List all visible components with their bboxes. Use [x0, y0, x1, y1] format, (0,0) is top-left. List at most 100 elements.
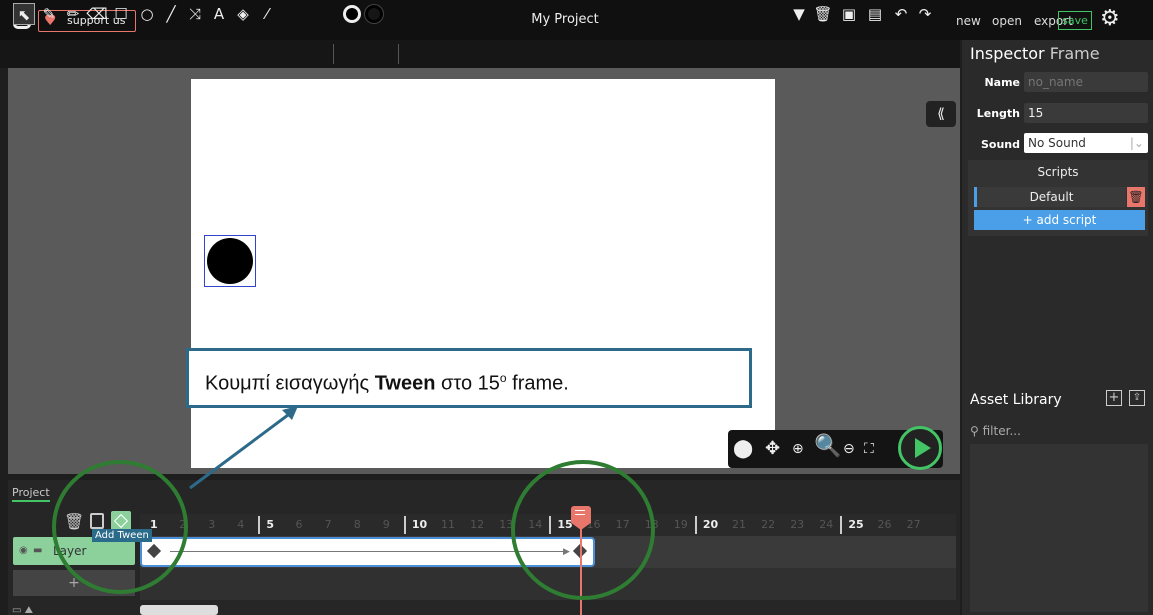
frame-number[interactable]: 6	[296, 518, 303, 531]
pencil-icon[interactable]: ✏	[62, 3, 84, 25]
play-icon	[915, 438, 931, 458]
frame-number[interactable]: 19	[674, 518, 688, 531]
frame-number-ruler[interactable]	[140, 514, 956, 536]
lock-icon[interactable]: ▬	[33, 537, 42, 565]
frame-number[interactable]: 21	[732, 518, 746, 531]
import-asset-icon[interactable]: ⇪	[1129, 390, 1145, 406]
fit-screen-icon[interactable]: ⛶	[864, 438, 874, 460]
script-item-default[interactable]: Default	[974, 187, 1126, 207]
timeline-tab-project[interactable]: Project	[12, 486, 50, 502]
eye-icon[interactable]: ◉	[19, 537, 28, 565]
frame-number[interactable]: 8	[354, 518, 361, 531]
name-field[interactable]	[1024, 72, 1148, 92]
undo-icon[interactable]: ↶	[890, 3, 912, 25]
delete-script-icon[interactable]: 🗑	[1127, 187, 1145, 207]
circle-shape[interactable]	[207, 238, 253, 284]
fill-color-swatch[interactable]	[343, 5, 361, 23]
frame-number[interactable]: 22	[761, 518, 775, 531]
name-label: Name	[984, 76, 1020, 89]
fill-bucket-icon[interactable]: ◈	[232, 3, 254, 25]
frame-number[interactable]: 26	[878, 518, 892, 531]
tween-diamond-icon	[113, 513, 129, 529]
add-asset-icon[interactable]: +	[1106, 390, 1122, 406]
frame-number[interactable]: 14	[528, 518, 542, 531]
frame-tick	[258, 516, 261, 534]
asset-filter-input[interactable]: ⚲ filter...	[970, 420, 1148, 442]
timeline-scrollbar[interactable]	[140, 605, 218, 615]
pathcursor-icon[interactable]: ⤨	[184, 3, 206, 25]
frame-number[interactable]: 25	[848, 518, 863, 531]
playhead-grip	[575, 514, 585, 515]
save-button[interactable]: save	[1058, 11, 1092, 30]
new-button[interactable]: new	[956, 14, 981, 28]
eyedropper-icon[interactable]: ⁄	[256, 3, 278, 25]
onion-skin-icon[interactable]: ⬤	[733, 438, 753, 460]
frame-number[interactable]: 5	[266, 518, 274, 531]
frame-number[interactable]: 24	[819, 518, 833, 531]
length-label: Length	[976, 107, 1020, 120]
frame-number[interactable]: 18	[645, 518, 659, 531]
drawing-toolbar	[0, 40, 960, 68]
timeline-footer-icons[interactable]: ▭ ⛰	[12, 605, 33, 615]
selected-circle[interactable]	[204, 235, 256, 287]
frame-number[interactable]: 4	[237, 518, 244, 531]
frame-number[interactable]: 7	[325, 518, 332, 531]
delete-frame-icon[interactable]: 🗑	[64, 512, 84, 531]
tween-frame-span[interactable]	[140, 537, 595, 567]
eraser-icon[interactable]: ⌫	[86, 3, 108, 25]
frame-number[interactable]: 20	[703, 518, 718, 531]
text-icon[interactable]: A	[208, 3, 230, 25]
callout-text-end: frame.	[506, 372, 569, 395]
trash-icon[interactable]: 🗑	[812, 3, 834, 25]
frame-number[interactable]: 15	[557, 518, 572, 531]
ellipse-icon[interactable]: ○	[136, 3, 158, 25]
frame-number[interactable]: 3	[208, 518, 215, 531]
open-button[interactable]: open	[992, 14, 1022, 28]
toolbar-divider	[398, 44, 399, 64]
cursor-icon[interactable]: ⬉	[13, 3, 35, 25]
rectangle-icon[interactable]: ☐	[110, 3, 132, 25]
add-tween-button[interactable]	[111, 511, 131, 531]
frame-number[interactable]: 13	[499, 518, 513, 531]
zoom-icon[interactable]: 🔍	[814, 436, 841, 458]
frame-number[interactable]: 27	[907, 518, 921, 531]
copy-icon[interactable]: ▣	[838, 3, 860, 25]
zoom-out-icon[interactable]: ⊖	[843, 438, 855, 460]
frame-number[interactable]: 17	[616, 518, 630, 531]
line-icon[interactable]: ╱	[160, 3, 182, 25]
brush-icon[interactable]: ✎	[38, 3, 60, 25]
length-field[interactable]: 15	[1024, 103, 1148, 123]
empty-frames-row[interactable]	[140, 568, 956, 600]
collapse-inspector-button[interactable]: ⟪	[926, 101, 956, 127]
project-title: My Project	[531, 12, 599, 27]
pan-icon[interactable]: ✥	[765, 438, 780, 460]
stroke-color-swatch[interactable]	[365, 5, 383, 23]
dropdown-icon[interactable]: ▼	[788, 3, 810, 25]
layer-name: Layer	[53, 544, 87, 558]
asset-list[interactable]	[970, 444, 1148, 612]
frame-number[interactable]: 11	[441, 518, 455, 531]
zoom-in-icon[interactable]: ⊕	[792, 438, 804, 460]
add-script-button[interactable]: + add script	[974, 210, 1145, 230]
toolbar-divider	[333, 44, 334, 64]
play-button[interactable]	[898, 426, 942, 470]
paste-icon[interactable]: ▤	[864, 3, 886, 25]
playhead-line	[580, 528, 582, 615]
frame-tick	[549, 516, 552, 534]
frame-number[interactable]: 23	[790, 518, 804, 531]
tween-arrow-icon: ▶	[563, 547, 570, 557]
sound-select[interactable]: No Sound |⌄	[1024, 133, 1148, 153]
callout-text-before: Κουμπί εισαγωγής	[205, 372, 375, 395]
gear-icon[interactable]: ⚙	[1100, 6, 1120, 31]
redo-icon[interactable]: ↷	[914, 3, 936, 25]
sound-label: Sound	[980, 138, 1020, 151]
chevron-down-icon: |⌄	[1129, 136, 1144, 150]
playhead-grip	[575, 510, 585, 511]
insert-frame-icon[interactable]	[90, 513, 104, 529]
add-layer-button[interactable]: +	[13, 570, 135, 596]
frame-number[interactable]: 9	[383, 518, 390, 531]
frame-number[interactable]: 10	[412, 518, 427, 531]
inspector-title-sub: Frame	[1049, 44, 1100, 63]
frame-number[interactable]: 2	[179, 518, 186, 531]
frame-number[interactable]: 12	[470, 518, 484, 531]
